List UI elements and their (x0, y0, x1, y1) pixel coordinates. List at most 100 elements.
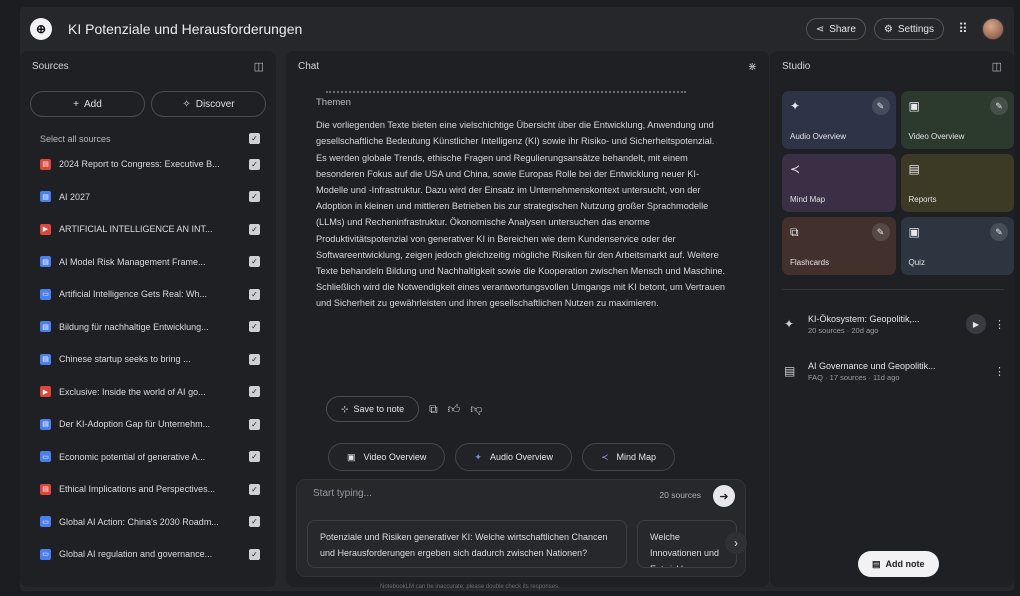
select-all-row[interactable]: Select all sources ✓ (20, 123, 276, 148)
discover-button[interactable]: ✧ Discover (151, 91, 266, 117)
doc-icon: ▤ (40, 353, 51, 365)
save-to-note-button[interactable]: ⊹ Save to note (326, 396, 420, 422)
send-button[interactable]: ➜ (713, 485, 735, 507)
pdf-icon: ▤ (40, 158, 51, 170)
note-item[interactable]: ▤ AI Governance und Geopolitik... FAQ · 17… (784, 353, 1005, 389)
source-item[interactable]: ▭ Global AI regulation and governance... ✓ (20, 538, 276, 571)
source-checkbox[interactable]: ✓ (249, 386, 260, 398)
suggested-question-text: Potenziale und Risiken generativer KI: W… (320, 532, 608, 558)
more-options-icon[interactable]: ⋮ (994, 318, 1005, 331)
source-label: Economic potential of generative A... (59, 451, 206, 462)
sources-actions: + Add ✧ Discover (20, 81, 276, 123)
audio-overview-button[interactable]: ✦ Audio Overview (455, 443, 572, 471)
source-checkbox[interactable]: ✓ (249, 353, 260, 365)
divider (782, 289, 1004, 290)
suggested-question[interactable]: Welche Innovationen und Entwicklungen tr… (637, 520, 737, 568)
source-checkbox[interactable]: ✓ (249, 451, 260, 463)
collapse-panel-icon[interactable]: ◫ (254, 60, 264, 73)
add-note-button[interactable]: ▤ Add note (858, 551, 939, 577)
source-item[interactable]: ▤ Chinese startup seeks to bring ... ✓ (20, 343, 276, 376)
mind-map-label: Mind Map (616, 452, 657, 462)
source-item[interactable]: ▶ Exclusive: Inside the world of AI go...… (20, 376, 276, 409)
source-label: Bildung für nachhaltige Entwicklung... (59, 321, 209, 332)
source-checkbox[interactable]: ✓ (249, 288, 260, 300)
avatar[interactable] (982, 18, 1004, 40)
source-checkbox[interactable]: ✓ (249, 223, 260, 235)
source-checkbox[interactable]: ✓ (249, 321, 260, 333)
source-checkbox[interactable]: ✓ (249, 158, 260, 170)
source-item[interactable]: ▤ AI 2027 ✓ (20, 181, 276, 214)
thumbs-up-icon[interactable]: 👍︎ (448, 402, 461, 417)
studio-tile[interactable]: ▤ Reports (900, 154, 1014, 212)
note-text: KI-Ökosystem: Geopolitik,... 20 sources ·… (808, 314, 966, 335)
mind-map-button[interactable]: ≺ Mind Map (581, 443, 676, 471)
source-item[interactable]: ▭ Economic potential of generative A... ✓ (20, 441, 276, 474)
message-body: Die vorliegenden Texte bieten eine viels… (316, 120, 726, 309)
note-item[interactable]: ✦ KI-Ökosystem: Geopolitik,... 20 sources … (784, 306, 1005, 342)
source-item[interactable]: ▤ AI Model Risk Management Frame... ✓ (20, 246, 276, 279)
source-checkbox[interactable]: ✓ (249, 191, 260, 203)
add-source-label: Add (84, 98, 102, 110)
source-item[interactable]: ▶ ARTIFICIAL INTELLIGENCE AN INT... ✓ (20, 213, 276, 246)
message-heading: Themen (316, 97, 351, 108)
share-button[interactable]: ⋖ Share (805, 18, 866, 40)
notebook-title[interactable]: KI Potenziale und Herausforderungen (68, 21, 302, 37)
source-label: Chinese startup seeks to bring ... (59, 354, 191, 365)
studio-panel: Studio ◫ ✦ Audio Overview ✎ ▣ Video Overview… (770, 51, 1014, 587)
web-icon: ▭ (40, 516, 51, 528)
doc-icon: ▤ (40, 256, 51, 268)
footer-disclaimer: NotebookLM can be inaccurate; please dou… (380, 584, 560, 590)
source-label: AI Model Risk Management Frame... (59, 256, 206, 267)
studio-title: Studio (782, 60, 811, 72)
source-item[interactable]: ▤ Bildung für nachhaltige Entwicklung... ✓ (20, 311, 276, 344)
note-text: AI Governance und Geopolitik... FAQ · 17 … (808, 361, 994, 382)
edit-icon[interactable]: ✎ (990, 223, 1008, 241)
settings-button[interactable]: ⚙ Settings (873, 18, 944, 40)
more-options-icon[interactable]: ⋮ (994, 365, 1005, 378)
source-label: Global AI Action: China's 2030 Roadm... (59, 516, 219, 527)
studio-tile[interactable]: ≺ Mind Map (782, 154, 896, 212)
source-label: Der KI-Adoption Gap für Unternehm... (59, 419, 211, 430)
studio-tile[interactable]: ⧉ Flashcards ✎ (782, 217, 896, 275)
studio-tile[interactable]: ✦ Audio Overview ✎ (782, 91, 896, 149)
edit-icon[interactable]: ✎ (871, 223, 890, 241)
top-bar: ⊕ KI Potenziale und Herausforderungen ⋖ … (20, 7, 1014, 51)
source-item[interactable]: ▭ Global AI Action: China's 2030 Roadm...… (20, 506, 276, 539)
studio-tile[interactable]: ▣ Video Overview ✎ (900, 91, 1014, 149)
chat-options-icon[interactable]: ⋇ (748, 60, 757, 73)
source-checkbox[interactable]: ✓ (249, 418, 260, 430)
edit-icon[interactable]: ✎ (871, 97, 890, 115)
note-icon: ▤ (872, 558, 881, 569)
source-checkbox[interactable]: ✓ (249, 483, 260, 495)
collapse-panel-icon[interactable]: ◫ (992, 60, 1002, 73)
source-label: Ethical Implications and Perspectives... (59, 484, 216, 495)
edit-icon[interactable]: ✎ (990, 97, 1008, 115)
app-logo-icon[interactable]: ⊕ (30, 18, 52, 40)
source-item[interactable]: ▤ Ethical Implications and Perspectives..… (20, 473, 276, 506)
source-item[interactable]: ▤ Der KI-Adoption Gap für Unternehm... ✓ (20, 408, 276, 441)
sources-header: Sources ◫ (20, 51, 276, 81)
source-checkbox[interactable]: ✓ (249, 516, 260, 528)
top-actions: ⋖ Share ⚙ Settings ⠿ (805, 18, 1004, 40)
source-item[interactable]: ▤ 2024 Report to Congress: Executive B...… (20, 148, 276, 181)
source-checkbox[interactable]: ✓ (249, 256, 260, 268)
source-label: Artificial Intelligence Gets Real: Wh... (59, 289, 208, 300)
studio-tile[interactable]: ▣ Quiz ✎ (900, 217, 1014, 275)
copy-icon[interactable]: ⧉ (429, 402, 438, 417)
apps-grid-icon[interactable]: ⠿ (952, 21, 974, 37)
audio-icon: ✦ (784, 317, 795, 331)
select-all-checkbox[interactable]: ✓ (249, 133, 260, 144)
suggested-question[interactable]: Potenziale und Risiken generativer KI: W… (307, 520, 627, 568)
source-list: ▤ 2024 Report to Congress: Executive B...… (20, 148, 276, 571)
source-item[interactable]: ▭ Artificial Intelligence Gets Real: Wh..… (20, 278, 276, 311)
source-label: AI 2027 (59, 191, 91, 202)
source-checkbox[interactable]: ✓ (249, 548, 260, 560)
add-source-button[interactable]: + Add (30, 91, 145, 117)
video-overview-button[interactable]: ▣ Video Overview (328, 443, 446, 471)
play-icon[interactable]: ▶ (966, 314, 986, 334)
chat-header: Chat ⋇ (286, 51, 769, 81)
thumbs-down-icon[interactable]: 👎︎ (470, 402, 482, 417)
next-suggestion-button[interactable]: › (725, 532, 747, 554)
doc-icon: ▤ (40, 418, 51, 430)
chat-input[interactable]: Start typing... (313, 488, 372, 499)
